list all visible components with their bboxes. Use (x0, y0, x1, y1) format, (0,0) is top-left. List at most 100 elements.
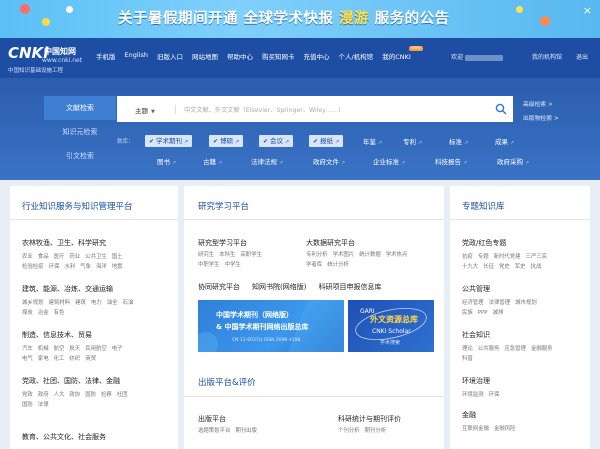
db-gov-procurement[interactable]: 政府采购 ↗ (497, 156, 529, 166)
search-icon[interactable] (495, 103, 507, 115)
tab-citation-search[interactable]: 引文检索 (44, 144, 116, 168)
category-heading[interactable]: 建筑、能源、冶炼、交通运输 (22, 284, 138, 294)
category-link[interactable]: 油全 (107, 300, 118, 306)
db-checkbox-newspaper[interactable]: ✔ 报纸 ↗ (309, 135, 344, 147)
topic-heading[interactable]: 环境治理 (462, 376, 504, 386)
my-institution-link[interactable]: 我的机构馆 (532, 52, 562, 61)
section-link[interactable]: 学者库 (306, 262, 322, 268)
category-link[interactable]: 化工 (54, 356, 65, 362)
cnki-academy-link[interactable]: 知网书院(网络版) (252, 283, 306, 291)
category-link[interactable]: 纺织 (69, 356, 80, 362)
category-link[interactable]: 国防 (22, 402, 33, 408)
category-link[interactable]: 海洋 (96, 264, 107, 270)
section-link[interactable]: 本科生 (219, 252, 235, 258)
search-input[interactable]: 中文文献、外文文献（Elsevier、Springer、Wiley……） (175, 105, 344, 114)
topic-link[interactable]: 新时代党建 (494, 254, 521, 260)
category-link[interactable]: 政府 (38, 392, 49, 398)
db-yearbook[interactable]: 年鉴 ↗ (363, 136, 382, 146)
nav-personal-library[interactable]: 个人/机构馆 (338, 51, 373, 61)
topic-link[interactable]: 民族 (462, 310, 473, 316)
category-link[interactable]: 航空 (54, 346, 65, 352)
db-books[interactable]: 图书 ↗ (157, 156, 176, 166)
topic-link[interactable]: 互联网金融 (462, 426, 489, 432)
section-heading[interactable]: 科研统计与期刊评价 (338, 414, 401, 424)
publication-search-link[interactable]: 出版物检索 > (523, 113, 559, 122)
category-link[interactable]: 水利 (64, 264, 75, 270)
category-link[interactable]: 建筑材料 (49, 300, 71, 306)
topic-link[interactable]: 理论 (462, 346, 473, 352)
db-checkbox-thesis[interactable]: ✔ 博硕 ↗ (209, 135, 244, 147)
logout-link[interactable]: 退出 (576, 52, 588, 61)
section-link[interactable]: 统计数据 (359, 252, 381, 258)
db-achievement[interactable]: 成果 ↗ (495, 136, 514, 146)
section-link[interactable]: 期刊分析 (365, 428, 387, 434)
banner-text[interactable]: 关于暑假期间开通 全球学术快报 漫游 服务的公告 (118, 7, 450, 28)
category-heading[interactable]: 农林牧渔、卫生、科学研究 (22, 238, 128, 248)
category-link[interactable]: 气象 (80, 264, 91, 270)
category-link[interactable]: 商贸 (85, 356, 96, 362)
db-checkbox-journal[interactable]: ✔ 学术期刊 ↗ (145, 135, 193, 147)
category-link[interactable]: 检验检疫 (22, 264, 44, 270)
topic-link[interactable]: 金融风险 (494, 426, 516, 432)
category-link[interactable]: 公共卫生 (85, 254, 107, 260)
topic-heading[interactable]: 党政/红色专题 (462, 238, 552, 248)
db-gov-docs[interactable]: 政府文件 ↗ (313, 156, 345, 166)
nav-help[interactable]: 帮助中心 (227, 51, 253, 61)
section-link[interactable]: 专利分析 (306, 252, 328, 258)
category-link[interactable]: 农业 (22, 254, 33, 260)
tab-knowledge-search[interactable]: 知识元检索 (44, 120, 116, 144)
section-link[interactable]: 中学生 (225, 262, 241, 268)
nav-buy-card[interactable]: 购买知网卡 (262, 51, 295, 61)
category-heading[interactable]: 制造、信息技术、贸易 (22, 330, 128, 340)
topic-link[interactable]: 减排 (493, 310, 504, 316)
db-patent[interactable]: 专利 ↗ (403, 136, 422, 146)
cnki-logo[interactable]: CNKi 中国知网 www.cnki.net 中国知识基础设施工程 (8, 42, 88, 74)
db-laws[interactable]: 法律法规 ↗ (251, 156, 283, 166)
nav-my-cnki[interactable]: 我的CNKI new (382, 46, 423, 61)
section-heading[interactable]: 出版平台 (198, 414, 226, 424)
topic-link[interactable]: 法律管理 (489, 300, 511, 306)
category-link[interactable]: 城乡规划 (22, 300, 44, 306)
topic-link[interactable]: 党史 (499, 264, 510, 270)
nav-english[interactable]: English (125, 51, 148, 61)
category-link[interactable]: 建筑 (75, 300, 86, 306)
advanced-search-link[interactable]: 高级检索 > (523, 99, 559, 108)
category-link[interactable]: 家电 (38, 356, 49, 362)
category-link[interactable]: 机械 (38, 346, 49, 352)
db-enterprise-standard[interactable]: 企业标准 ↗ (373, 156, 405, 166)
category-link[interactable]: 有色 (54, 310, 65, 316)
db-standard[interactable]: 标准 ↗ (449, 136, 468, 146)
category-link[interactable]: 药业 (69, 254, 80, 260)
category-link[interactable]: 航天 (69, 346, 80, 352)
category-link[interactable]: 法律 (38, 402, 49, 408)
journal-ad-banner[interactable]: 中国学术期刊（网络版） & 中国学术期刊网络出版总库 CN 11-6037/z … (198, 300, 344, 352)
category-link[interactable]: 国土 (112, 254, 123, 260)
category-link[interactable]: 食品 (38, 254, 49, 260)
topic-link[interactable]: 长征 (483, 264, 494, 270)
topic-link[interactable]: 抗疫 (462, 254, 473, 260)
topic-link[interactable]: 金融服务 (531, 346, 553, 352)
category-link[interactable]: 党政 (22, 392, 33, 398)
nav-sitemap[interactable]: 网站地图 (192, 51, 218, 61)
db-tech-report[interactable]: 科技报告 ↗ (435, 156, 467, 166)
topic-link[interactable]: 环境监测 (462, 392, 484, 398)
topic-heading[interactable]: 公共管理 (462, 284, 542, 294)
section-link[interactable]: 高职学生 (240, 252, 262, 258)
section-link[interactable]: 学术图片 (333, 252, 355, 258)
category-link[interactable]: 电力 (91, 300, 102, 306)
topic-heading[interactable]: 金融 (462, 410, 521, 420)
topic-heading[interactable]: 社会知识 (462, 330, 558, 340)
section-link[interactable]: 个刊分析 (338, 428, 360, 434)
category-link[interactable]: 人大 (54, 392, 65, 398)
category-link[interactable]: 煤炭 (22, 310, 33, 316)
topic-link[interactable]: 专题 (478, 254, 489, 260)
section-link[interactable]: 中职学生 (198, 262, 220, 268)
tab-literature-search[interactable]: 文献检索 (44, 96, 116, 120)
field-select[interactable]: 主题 ▼ (135, 105, 155, 115)
topic-link[interactable]: 科普 (462, 356, 473, 362)
category-link[interactable]: 环保 (49, 264, 60, 270)
topic-link[interactable]: 公共服务 (478, 346, 500, 352)
section-heading[interactable]: 研究型学习平台 (198, 238, 247, 248)
project-info-link[interactable]: 科研项目申报信息库 (318, 283, 381, 291)
topic-link[interactable]: 应急管理 (504, 346, 526, 352)
